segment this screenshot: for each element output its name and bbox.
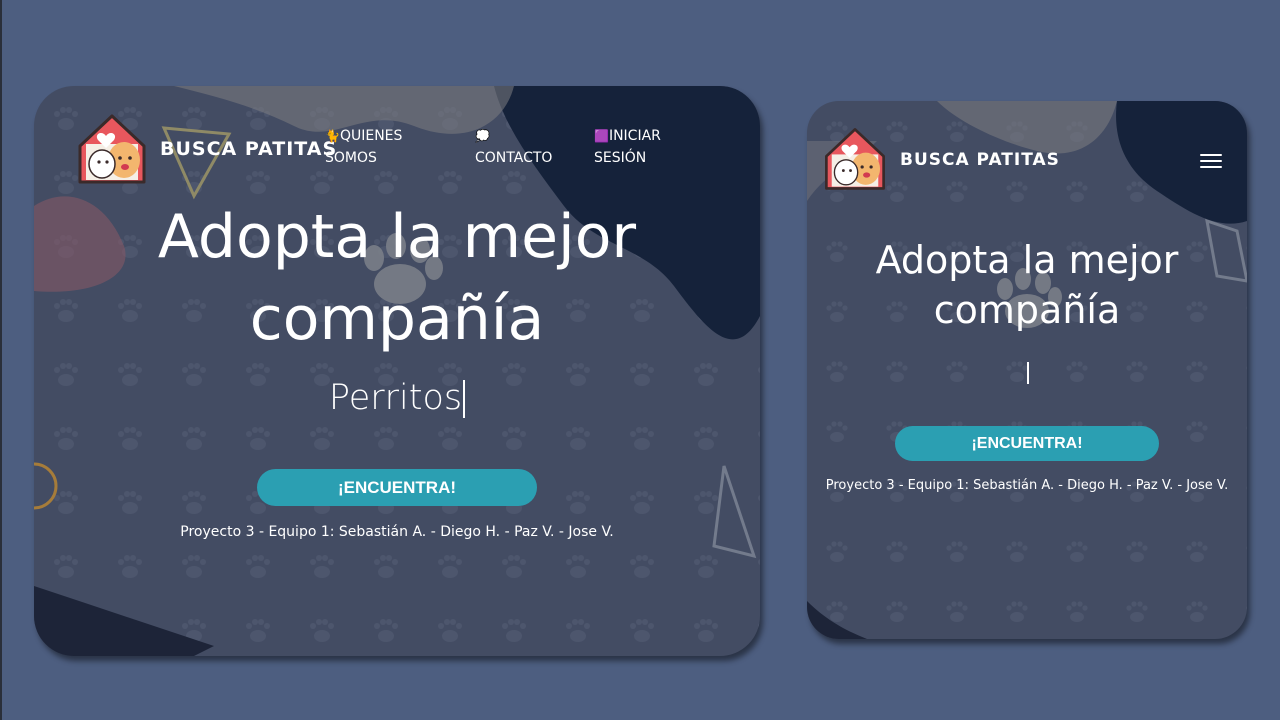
busca-patitas-logo-icon[interactable] xyxy=(821,124,889,192)
desktop-preview: BUSCA PATITAS 🐈QUIENES SOMOS 💭 CONTACTO … xyxy=(34,86,760,656)
nav-iniciar-sesion[interactable]: 🟪INICIAR SESIÓN xyxy=(594,125,694,169)
encuentra-button[interactable]: ¡ENCUENTRA! xyxy=(895,426,1159,461)
busca-patitas-logo-icon[interactable] xyxy=(74,110,150,186)
encuentra-button[interactable]: ¡ENCUENTRA! xyxy=(257,469,537,506)
hero-title: Adopta la mejor compañía xyxy=(807,235,1247,335)
hamburger-menu-icon[interactable] xyxy=(1200,150,1222,172)
credits-text: Proyecto 3 - Equipo 1: Sebastián A. - Di… xyxy=(825,478,1229,493)
brand-name[interactable]: BUSCA PATITAS xyxy=(900,150,1060,170)
window-edge xyxy=(0,0,2,720)
typed-text: Perritos xyxy=(328,378,463,418)
text-caret xyxy=(463,380,466,418)
hero-title-line-2: compañía xyxy=(933,288,1121,332)
hero-title-line-1: Adopta la mejor xyxy=(875,238,1179,282)
mobile-preview: BUSCA PATITAS Adopta la mejor compañía ¡… xyxy=(807,101,1247,639)
hero-title: Adopta la mejor compañía xyxy=(157,202,637,354)
typed-text-field xyxy=(807,359,1247,385)
nav-quienes-somos[interactable]: 🐈QUIENES SOMOS xyxy=(325,125,435,169)
speech-bubble-icon: 💭 xyxy=(475,129,490,143)
nav-contacto-label: CONTACTO xyxy=(475,150,553,166)
nav-contacto[interactable]: 💭 CONTACTO xyxy=(475,125,585,169)
purple-box-icon: 🟪 xyxy=(594,129,609,143)
credits-text: Proyecto 3 - Equipo 1: Sebastián A. - Di… xyxy=(180,524,614,540)
brand-name[interactable]: BUSCA PATITAS xyxy=(160,138,337,160)
text-caret xyxy=(1026,362,1029,384)
cat-icon: 🐈 xyxy=(325,129,340,143)
typed-text-field: Perritos xyxy=(34,376,760,420)
